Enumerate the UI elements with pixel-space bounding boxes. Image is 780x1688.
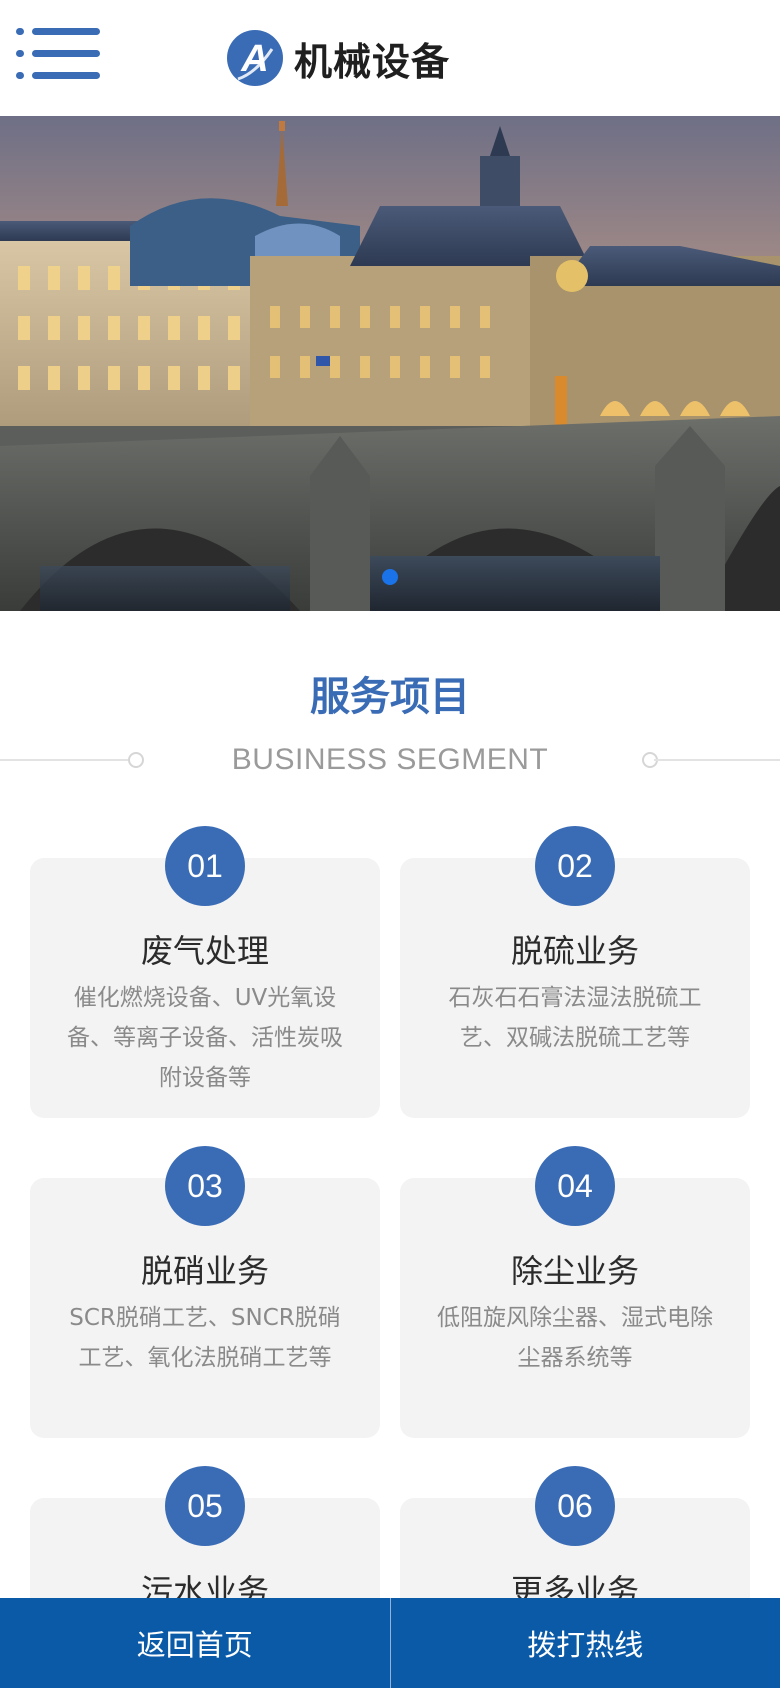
service-number-badge: 04 <box>535 1146 615 1226</box>
service-desc: 催化燃烧设备、UV光氧设备、等离子设备、活性炭吸附设备等 <box>67 985 343 1091</box>
menu-icon[interactable] <box>16 28 100 88</box>
service-title: 脱硫业务 <box>510 932 639 970</box>
call-hotline-button[interactable]: 拨打热线 <box>391 1598 780 1688</box>
svg-text:A: A <box>240 38 268 80</box>
service-number-badge: 01 <box>165 826 245 906</box>
service-desc: 石灰石石膏法湿法脱硫工艺、双碱法脱硫工艺等 <box>448 985 702 1051</box>
service-title: 除尘业务 <box>510 1252 639 1290</box>
service-title: 废气处理 <box>140 932 269 970</box>
service-number-badge: 06 <box>535 1466 615 1546</box>
section-subtitle-row: BUSINESS SEGMENT <box>0 740 780 780</box>
service-number-badge: 03 <box>165 1146 245 1226</box>
divider-right <box>654 759 780 761</box>
banner-pagination <box>0 569 780 585</box>
bottom-action-bar: 返回首页 拨打热线 <box>0 1598 780 1688</box>
logo-icon: A <box>227 30 283 86</box>
section-title: 服务项目 <box>310 674 470 720</box>
service-desc: SCR脱硝工艺、SNCR脱硝工艺、氧化法脱硝工艺等 <box>69 1305 341 1371</box>
service-number-badge: 05 <box>165 1466 245 1546</box>
service-desc: 低阻旋风除尘器、湿式电除尘器系统等 <box>437 1305 713 1371</box>
site-logo[interactable]: A 机械设备 <box>226 28 450 88</box>
banner-dot-active[interactable] <box>382 569 398 585</box>
hero-banner[interactable] <box>0 116 780 611</box>
header: A 机械设备 <box>0 0 780 116</box>
logo-text: 机械设备 <box>294 39 451 84</box>
home-button[interactable]: 返回首页 <box>0 1598 390 1688</box>
banner-image <box>0 116 780 611</box>
service-number-badge: 02 <box>535 826 615 906</box>
service-title: 脱硝业务 <box>140 1252 269 1290</box>
